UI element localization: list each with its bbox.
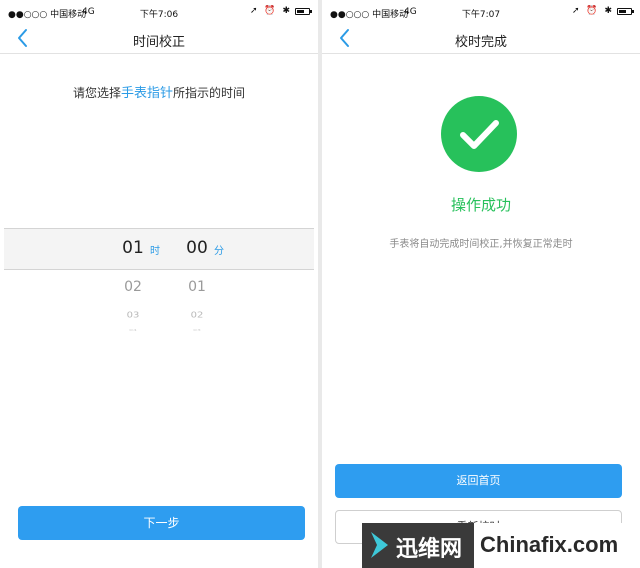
nav-bar: 时间校正	[0, 24, 318, 54]
instruction-suffix: 所指示的时间	[173, 86, 246, 100]
watermark-en-text: Chinafix.com	[480, 532, 619, 557]
hour-option[interactable]: 02	[118, 279, 148, 295]
nav-bar: 校时完成	[322, 24, 640, 54]
hour-selected: 01	[122, 238, 144, 258]
minute-selected: 00	[186, 238, 208, 258]
hour-option[interactable]: 03	[118, 311, 148, 320]
battery-icon	[617, 8, 634, 15]
return-home-button[interactable]: 返回首页	[335, 464, 622, 498]
watermark-cn-text: 迅维网	[396, 537, 463, 562]
status-bar: ●●○○○ 中国移动 4G 下午7:06 ➚ ⏰ ✱	[0, 0, 318, 24]
next-step-button[interactable]: 下一步	[18, 506, 305, 540]
screenshot: ●●○○○ 中国移动 4G 下午7:06 ➚ ⏰ ✱ 时间校正 请您选择手表指针…	[0, 0, 640, 568]
success-description: 手表将自动完成时间校正,并恢复正常走时	[389, 239, 573, 250]
minute-unit: 分	[214, 246, 224, 257]
instruction-prefix: 请您选择	[72, 86, 121, 100]
hour-unit: 时	[150, 246, 160, 257]
time-picker[interactable]: 01 时 02 03 04 00 分 01 02 03	[4, 226, 314, 342]
status-icons: ➚ ⏰ ✱	[571, 6, 614, 16]
time-calibration-screen: ●●○○○ 中国移动 4G 下午7:06 ➚ ⏰ ✱ 时间校正 请您选择手表指针…	[0, 0, 318, 568]
instruction-text: 请您选择手表指针所指示的时间	[0, 82, 318, 101]
watermark: 迅维网 Chinafix.com	[362, 523, 640, 568]
page-title: 校时完成	[454, 35, 507, 50]
status-icons: ➚ ⏰ ✱	[249, 6, 292, 16]
battery-icon	[295, 8, 312, 15]
success-title: 操作成功	[450, 196, 511, 214]
page-title: 时间校正	[132, 35, 185, 50]
hour-option[interactable]: 04	[118, 329, 148, 332]
status-bar: ●●○○○ 中国移动 4G 下午7:07 ➚ ⏰ ✱	[322, 0, 640, 24]
arrow-logo-icon	[368, 530, 392, 564]
watermark-logo-block: 迅维网	[362, 523, 474, 568]
instruction-highlight: 手表指针	[120, 86, 173, 101]
calibration-complete-screen: ●●○○○ 中国移动 4G 下午7:07 ➚ ⏰ ✱ 校时完成 操作成功 手表将…	[322, 0, 640, 568]
minute-option[interactable]: 01	[182, 279, 212, 295]
minute-option[interactable]: 03	[182, 329, 212, 332]
check-circle-icon	[441, 96, 517, 172]
minute-option[interactable]: 02	[182, 311, 212, 320]
